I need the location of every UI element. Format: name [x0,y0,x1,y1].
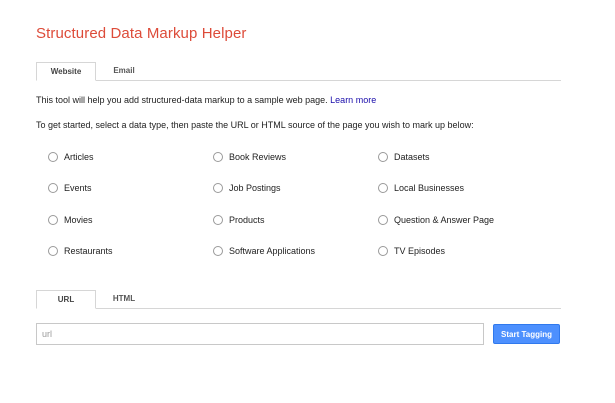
option-job-postings[interactable]: Job Postings [213,181,281,195]
option-movies[interactable]: Movies [48,213,93,227]
option-label: Question & Answer Page [394,215,495,225]
option-tv-episodes[interactable]: TV Episodes [378,244,445,258]
radio-button[interactable] [378,152,388,162]
radio-button[interactable] [378,246,388,256]
option-products[interactable]: Products [213,213,265,227]
radio-button[interactable] [213,152,223,162]
url-input[interactable] [36,323,484,345]
url-row: Start Tagging [36,323,561,345]
tab-email[interactable]: Email [98,62,150,80]
option-label: Local Businesses [394,183,465,193]
instruction-text: To get started, select a data type, then… [36,120,474,130]
option-label: Events [64,183,92,193]
option-book-reviews[interactable]: Book Reviews [213,150,286,164]
option-label: Restaurants [64,246,113,256]
intro-description: This tool will help you add structured-d… [36,95,331,105]
option-question-answer-page[interactable]: Question & Answer Page [378,213,494,227]
radio-button[interactable] [48,152,58,162]
option-label: Articles [64,152,94,162]
option-software-applications[interactable]: Software Applications [213,244,315,258]
option-label: Job Postings [229,183,281,193]
source-tabs: Website Email [36,62,561,81]
radio-button[interactable] [378,183,388,193]
option-restaurants[interactable]: Restaurants [48,244,113,258]
radio-button[interactable] [48,246,58,256]
option-label: Book Reviews [229,152,287,162]
option-events[interactable]: Events [48,181,92,195]
intro-text: This tool will help you add structured-d… [36,95,376,105]
tab-website[interactable]: Website [36,62,96,81]
markup-helper-page: Structured Data Markup Helper Website Em… [0,0,615,403]
option-label: Datasets [394,152,430,162]
radio-button[interactable] [378,215,388,225]
option-label: Software Applications [229,246,316,256]
option-label: TV Episodes [394,246,446,256]
radio-button[interactable] [213,215,223,225]
option-label: Products [229,215,265,225]
tab-html[interactable]: HTML [98,290,150,308]
input-tabs: URL HTML [36,290,561,309]
option-local-businesses[interactable]: Local Businesses [378,181,464,195]
radio-button[interactable] [48,183,58,193]
radio-button[interactable] [213,246,223,256]
option-label: Movies [64,215,93,225]
radio-button[interactable] [48,215,58,225]
option-articles[interactable]: Articles [48,150,94,164]
tab-url[interactable]: URL [36,290,96,309]
start-tagging-button[interactable]: Start Tagging [493,324,560,344]
option-datasets[interactable]: Datasets [378,150,430,164]
radio-button[interactable] [213,183,223,193]
page-title: Structured Data Markup Helper [36,25,247,42]
learn-more-link[interactable]: Learn more [330,95,376,105]
